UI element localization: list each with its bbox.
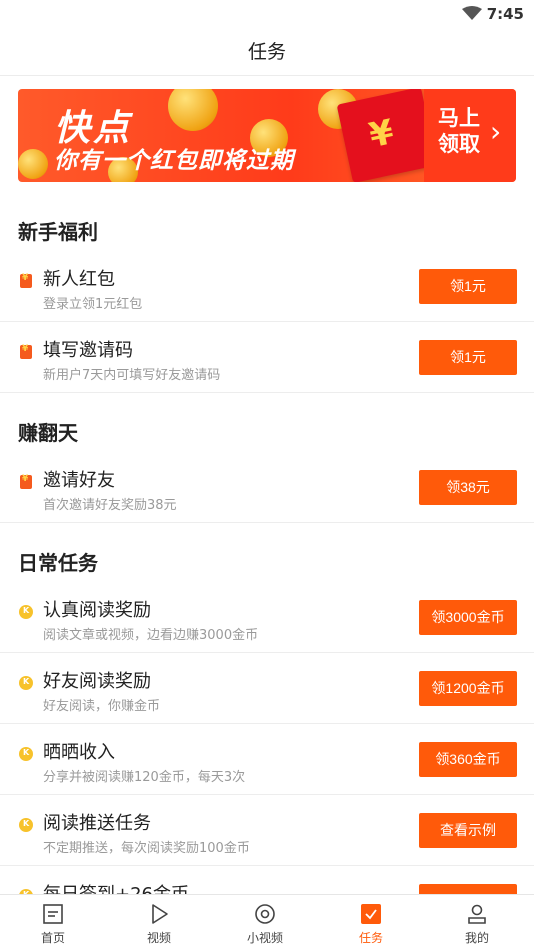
status-time: 7:45 (486, 5, 524, 23)
play-icon (152, 904, 168, 924)
task-check-icon (361, 904, 381, 924)
tab-label: 视频 (146, 931, 171, 945)
home-icon (43, 904, 63, 924)
task-item[interactable]: 填写邀请码 新用户7天内可填写好友邀请码 领1元 (0, 322, 534, 393)
task-desc: 首次邀请好友奖励38元 (43, 498, 177, 513)
wifi-icon (462, 6, 482, 20)
tab-label: 任务 (358, 931, 383, 945)
red-envelope-icon: ¥ (336, 89, 438, 182)
claim-button[interactable]: 领1元 (419, 269, 517, 304)
page-title: 任务 (247, 41, 286, 63)
red-envelope-icon (20, 474, 32, 489)
disc-icon (255, 904, 275, 924)
task-name: 好友阅读奖励 (43, 671, 151, 692)
task-desc: 登录立领1元红包 (43, 297, 143, 312)
coin-decoration (18, 149, 48, 179)
task-item[interactable]: 阅读推送任务 不定期推送，每次阅读奖励100金币 查看示例 (0, 795, 534, 866)
red-envelope-icon (20, 273, 32, 288)
task-item[interactable]: 邀请好友 首次邀请好友奖励38元 领38元 (0, 452, 534, 523)
user-icon (468, 904, 486, 924)
claim-button[interactable]: 领3000金币 (419, 600, 517, 635)
tab-home[interactable]: 首页 (0, 895, 106, 949)
task-name: 认真阅读奖励 (43, 600, 151, 621)
tab-short-video[interactable]: 小视频 (212, 895, 318, 949)
section-title-earn: 赚翻天 (18, 421, 78, 445)
task-desc: 新用户7天内可填写好友邀请码 (43, 368, 221, 383)
task-desc: 不定期推送，每次阅读奖励100金币 (43, 841, 250, 856)
task-name: 填写邀请码 (43, 340, 133, 361)
tab-label: 我的 (464, 931, 489, 945)
view-example-button[interactable]: 查看示例 (419, 813, 517, 848)
tab-tasks[interactable]: 任务 (318, 895, 424, 949)
page-header: 任务 (0, 28, 534, 76)
gold-coin-icon (19, 818, 33, 832)
banner-subline: 你有一个红包即将过期 (54, 148, 294, 174)
tab-mine[interactable]: 我的 (424, 895, 530, 949)
section-title-daily: 日常任务 (18, 551, 98, 575)
claim-button[interactable]: 领360金币 (419, 742, 517, 777)
status-bar: 7:45 (0, 0, 534, 28)
task-name: 阅读推送任务 (43, 813, 151, 834)
chevron-right-icon: › (490, 115, 502, 148)
tab-video[interactable]: 视频 (106, 895, 212, 949)
task-name: 邀请好友 (43, 470, 115, 491)
task-name: 新人红包 (43, 269, 115, 290)
task-name: 晒晒收入 (43, 742, 115, 763)
envelope-yen-symbol: ¥ (365, 112, 398, 157)
section-title-newbie: 新手福利 (18, 220, 98, 244)
coin-decoration (168, 89, 218, 131)
task-item[interactable]: 认真阅读奖励 阅读文章或视频，边看边赚3000金币 领3000金币 (0, 582, 534, 653)
task-desc: 分享并被阅读赚120金币，每天3次 (43, 770, 246, 785)
gold-coin-icon (19, 747, 33, 761)
gold-coin-icon (19, 676, 33, 690)
red-envelope-icon (20, 344, 32, 359)
tab-label: 首页 (40, 931, 65, 945)
task-desc: 好友阅读，你赚金币 (43, 699, 161, 714)
claim-button[interactable]: 领1200金币 (419, 671, 517, 706)
task-item[interactable]: 晒晒收入 分享并被阅读赚120金币，每天3次 领360金币 (0, 724, 534, 795)
task-item[interactable]: 好友阅读奖励 好友阅读，你赚金币 领1200金币 (0, 653, 534, 724)
banner-claim-button[interactable]: 马上领取 › (424, 89, 516, 182)
invite-claim-button[interactable]: 领38元 (419, 470, 517, 505)
tab-label: 小视频 (246, 931, 283, 945)
gold-coin-icon (19, 605, 33, 619)
task-desc: 阅读文章或视频，边看边赚3000金币 (43, 628, 259, 643)
task-item[interactable]: 新人红包 登录立领1元红包 领1元 (0, 251, 534, 322)
red-envelope-banner[interactable]: 快点 你有一个红包即将过期 ¥ 马上领取 › (18, 89, 516, 182)
banner-claim-label: 马上领取 (438, 106, 480, 156)
claim-button[interactable]: 领1元 (419, 340, 517, 375)
bottom-tab-bar: 首页 视频 小视频 任务 我的 (0, 894, 534, 949)
